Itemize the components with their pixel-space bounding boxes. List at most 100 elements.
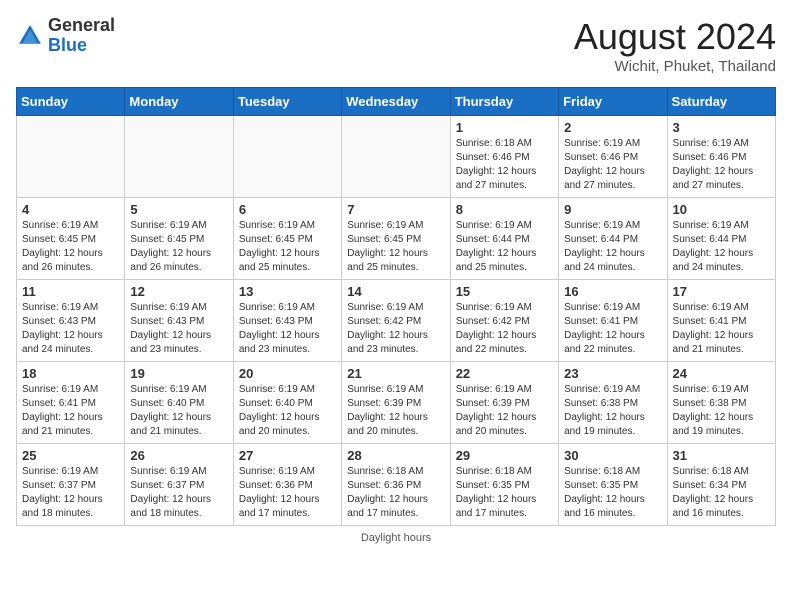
calendar-cell: 27 Sunrise: 6:19 AM Sunset: 6:36 PM Dayli… xyxy=(233,444,341,526)
calendar-cell: 14 Sunrise: 6:19 AM Sunset: 6:42 PM Dayli… xyxy=(342,280,450,362)
calendar-week-row: 11 Sunrise: 6:19 AM Sunset: 6:43 PM Dayli… xyxy=(17,280,776,362)
calendar-cell: 6Sunrise: 6:19 AM Sunset: 6:45 PM Daylig… xyxy=(233,198,341,280)
day-number: 27 xyxy=(239,448,336,463)
day-number: 17 xyxy=(673,284,770,299)
calendar-cell: 30 Sunrise: 6:18 AM Sunset: 6:35 PM Dayli… xyxy=(559,444,667,526)
day-number: 7 xyxy=(347,202,444,217)
day-info: Sunrise: 6:18 AM Sunset: 6:35 PM Dayligh… xyxy=(456,465,553,521)
calendar-day-header: Thursday xyxy=(450,88,558,116)
day-number: 29 xyxy=(456,448,553,463)
calendar-cell xyxy=(125,116,233,198)
day-number: 13 xyxy=(239,284,336,299)
month-year: August 2024 xyxy=(574,16,776,58)
location: Wichit, Phuket, Thailand xyxy=(574,58,776,75)
calendar-cell: 7 Sunrise: 6:19 AM Sunset: 6:45 PM Daylig… xyxy=(342,198,450,280)
day-info: Sunrise: 6:18 AM Sunset: 6:46 PM Dayligh… xyxy=(456,137,553,193)
day-info: Sunrise: 6:19 AM Sunset: 6:43 PM Dayligh… xyxy=(239,301,336,357)
calendar-cell: 20 Sunrise: 6:19 AM Sunset: 6:40 PM Dayli… xyxy=(233,362,341,444)
day-info: Sunrise: 6:19 AM Sunset: 6:41 PM Dayligh… xyxy=(564,301,661,357)
day-number: 10 xyxy=(673,202,770,217)
day-info: Sunrise: 6:19 AM Sunset: 6:42 PM Dayligh… xyxy=(347,301,444,357)
day-number: 24 xyxy=(673,366,770,381)
logo: General Blue xyxy=(16,16,115,56)
calendar-cell: 24 Sunrise: 6:19 AM Sunset: 6:38 PM Dayli… xyxy=(667,362,775,444)
calendar-cell xyxy=(233,116,341,198)
day-number: 4 xyxy=(22,202,119,217)
day-number: 14 xyxy=(347,284,444,299)
calendar-cell: 9 Sunrise: 6:19 AM Sunset: 6:44 PM Daylig… xyxy=(559,198,667,280)
logo-icon xyxy=(16,22,44,50)
calendar-cell: 2 Sunrise: 6:19 AM Sunset: 6:46 PM Daylig… xyxy=(559,116,667,198)
day-info: Sunrise: 6:19 AM Sunset: 6:44 PM Dayligh… xyxy=(673,219,770,275)
day-info: Sunrise: 6:19 AM Sunset: 6:45 PM Dayligh… xyxy=(347,219,444,275)
day-info: Sunrise: 6:18 AM Sunset: 6:34 PM Dayligh… xyxy=(673,465,770,521)
day-number: 5 xyxy=(130,202,227,217)
day-info: Sunrise: 6:19 AM Sunset: 6:43 PM Dayligh… xyxy=(130,301,227,357)
calendar-day-header: Friday xyxy=(559,88,667,116)
day-info: Sunrise: 6:19 AM Sunset: 6:46 PM Dayligh… xyxy=(564,137,661,193)
day-number: 30 xyxy=(564,448,661,463)
calendar-day-header: Tuesday xyxy=(233,88,341,116)
calendar-cell xyxy=(342,116,450,198)
day-info: Sunrise: 6:19 AM Sunset: 6:38 PM Dayligh… xyxy=(673,383,770,439)
day-number: 1 xyxy=(456,120,553,135)
day-number: 23 xyxy=(564,366,661,381)
day-info: Sunrise: 6:19 AM Sunset: 6:45 PM Dayligh… xyxy=(22,219,119,275)
calendar-cell: 17Sunrise: 6:19 AM Sunset: 6:41 PM Dayli… xyxy=(667,280,775,362)
calendar-cell: 3Sunrise: 6:19 AM Sunset: 6:46 PM Daylig… xyxy=(667,116,775,198)
calendar-day-header: Sunday xyxy=(17,88,125,116)
calendar-cell: 15 Sunrise: 6:19 AM Sunset: 6:42 PM Dayli… xyxy=(450,280,558,362)
title-block: August 2024 Wichit, Phuket, Thailand xyxy=(574,16,776,75)
day-info: Sunrise: 6:19 AM Sunset: 6:44 PM Dayligh… xyxy=(564,219,661,275)
calendar-day-header: Saturday xyxy=(667,88,775,116)
day-info: Sunrise: 6:19 AM Sunset: 6:44 PM Dayligh… xyxy=(456,219,553,275)
logo-blue: Blue xyxy=(48,35,87,55)
logo-text: General Blue xyxy=(48,16,115,56)
day-info: Sunrise: 6:19 AM Sunset: 6:40 PM Dayligh… xyxy=(239,383,336,439)
day-info: Sunrise: 6:19 AM Sunset: 6:39 PM Dayligh… xyxy=(456,383,553,439)
calendar-cell: 8 Sunrise: 6:19 AM Sunset: 6:44 PM Daylig… xyxy=(450,198,558,280)
calendar-cell: 31 Sunrise: 6:18 AM Sunset: 6:34 PM Dayli… xyxy=(667,444,775,526)
day-number: 3 xyxy=(673,120,770,135)
calendar-cell: 21Sunrise: 6:19 AM Sunset: 6:39 PM Dayli… xyxy=(342,362,450,444)
day-number: 19 xyxy=(130,366,227,381)
day-info: Sunrise: 6:19 AM Sunset: 6:40 PM Dayligh… xyxy=(130,383,227,439)
day-number: 6 xyxy=(239,202,336,217)
calendar-cell: 12Sunrise: 6:19 AM Sunset: 6:43 PM Dayli… xyxy=(125,280,233,362)
page-header: General Blue August 2024 Wichit, Phuket,… xyxy=(16,16,776,75)
calendar: SundayMondayTuesdayWednesdayThursdayFrid… xyxy=(16,87,776,526)
day-number: 11 xyxy=(22,284,119,299)
day-info: Sunrise: 6:19 AM Sunset: 6:42 PM Dayligh… xyxy=(456,301,553,357)
calendar-cell: 16 Sunrise: 6:19 AM Sunset: 6:41 PM Dayli… xyxy=(559,280,667,362)
footer-note: Daylight hours xyxy=(16,532,776,544)
day-info: Sunrise: 6:18 AM Sunset: 6:35 PM Dayligh… xyxy=(564,465,661,521)
logo-general: General xyxy=(48,15,115,35)
day-number: 20 xyxy=(239,366,336,381)
calendar-header-row: SundayMondayTuesdayWednesdayThursdayFrid… xyxy=(17,88,776,116)
calendar-cell: 26 Sunrise: 6:19 AM Sunset: 6:37 PM Dayli… xyxy=(125,444,233,526)
calendar-cell: 1 Sunrise: 6:18 AM Sunset: 6:46 PM Daylig… xyxy=(450,116,558,198)
day-info: Sunrise: 6:19 AM Sunset: 6:37 PM Dayligh… xyxy=(130,465,227,521)
calendar-week-row: 18Sunrise: 6:19 AM Sunset: 6:41 PM Dayli… xyxy=(17,362,776,444)
day-number: 9 xyxy=(564,202,661,217)
calendar-cell: 18Sunrise: 6:19 AM Sunset: 6:41 PM Dayli… xyxy=(17,362,125,444)
day-info: Sunrise: 6:19 AM Sunset: 6:39 PM Dayligh… xyxy=(347,383,444,439)
day-number: 31 xyxy=(673,448,770,463)
day-number: 28 xyxy=(347,448,444,463)
day-number: 22 xyxy=(456,366,553,381)
calendar-cell: 13 Sunrise: 6:19 AM Sunset: 6:43 PM Dayli… xyxy=(233,280,341,362)
day-info: Sunrise: 6:19 AM Sunset: 6:36 PM Dayligh… xyxy=(239,465,336,521)
day-info: Sunrise: 6:19 AM Sunset: 6:45 PM Dayligh… xyxy=(130,219,227,275)
day-number: 2 xyxy=(564,120,661,135)
day-number: 26 xyxy=(130,448,227,463)
day-number: 16 xyxy=(564,284,661,299)
day-number: 8 xyxy=(456,202,553,217)
day-number: 15 xyxy=(456,284,553,299)
calendar-cell: 22 Sunrise: 6:19 AM Sunset: 6:39 PM Dayli… xyxy=(450,362,558,444)
day-info: Sunrise: 6:19 AM Sunset: 6:37 PM Dayligh… xyxy=(22,465,119,521)
calendar-cell: 19 Sunrise: 6:19 AM Sunset: 6:40 PM Dayli… xyxy=(125,362,233,444)
calendar-week-row: 1 Sunrise: 6:18 AM Sunset: 6:46 PM Daylig… xyxy=(17,116,776,198)
calendar-cell: 28Sunrise: 6:18 AM Sunset: 6:36 PM Dayli… xyxy=(342,444,450,526)
day-number: 18 xyxy=(22,366,119,381)
calendar-cell xyxy=(17,116,125,198)
